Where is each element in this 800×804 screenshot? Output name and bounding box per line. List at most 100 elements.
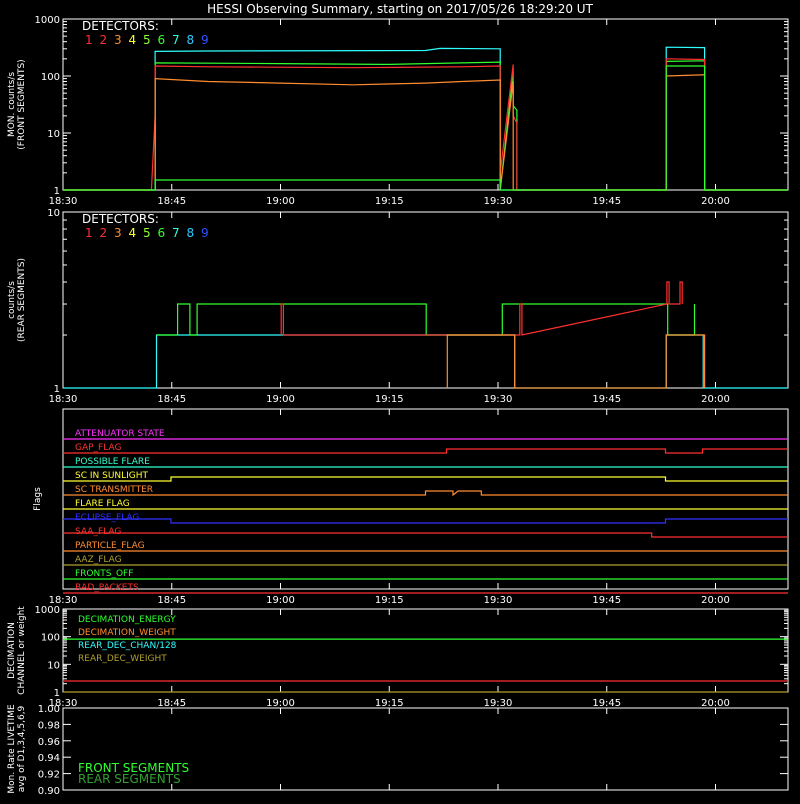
chart-title: HESSI Observing Summary, starting on 201… (207, 2, 593, 16)
front-legend-label: 9 (201, 33, 209, 47)
flag-label: SC IN SUNLIGHT (75, 471, 149, 481)
front-series-2 (63, 58, 788, 191)
flag-label: ATTENUATOR STATE (75, 429, 165, 439)
rear-legend-label: 8 (187, 226, 195, 240)
front-x-tick-label: 19:15 (375, 196, 404, 207)
rear-legend-title: DETECTORS: (82, 212, 159, 226)
rear-series-2 (280, 281, 683, 336)
livetime-ylabel: avg of D1,3,4,5,6,9 (17, 705, 27, 792)
flag-label: FRONTS_OFF (75, 569, 133, 579)
rear-legend-label: 7 (172, 226, 180, 240)
rear-legend-label: 4 (129, 226, 137, 240)
rear-y-tick-label: 10 (47, 208, 60, 219)
front-series-3 (63, 74, 788, 191)
front-y-tick-label: 100 (41, 72, 60, 83)
livetime-y-tick-label: 0.92 (38, 770, 60, 781)
rear-legend-label: 5 (143, 226, 151, 240)
livetime-y-tick-label: 0.96 (38, 737, 60, 748)
flag-label: FLARE FLAG (75, 499, 130, 509)
decimation-x-tick-label: 19:45 (592, 698, 621, 709)
flag-line-3 (63, 476, 788, 482)
front-x-tick-label: 19:00 (266, 196, 295, 207)
rear-x-tick-label: 19:15 (375, 394, 404, 405)
flag-label: SC TRANSMITTER (75, 485, 153, 495)
flags-x-tick-label: 18:45 (157, 595, 186, 606)
decimation-ylabel: CHANNEL or weight (17, 606, 27, 695)
livetime-y-tick-label: 0.98 (38, 720, 60, 731)
rear-x-tick-label: 19:30 (484, 394, 513, 405)
rear-legend-label: 9 (201, 226, 209, 240)
front-legend-label: 3 (114, 33, 122, 47)
front-x-tick-label: 19:30 (484, 196, 513, 207)
flags-x-tick-label: 19:00 (266, 595, 295, 606)
rear-series-1 (156, 303, 696, 336)
decimation-x-tick-label: 19:15 (375, 698, 404, 709)
decimation-legend-label: REAR_DEC_WEIGHT (78, 654, 167, 664)
flag-label: AAZ_FLAG (75, 555, 122, 565)
rear-legend-label: 2 (100, 226, 108, 240)
hessi-observing-summary: HESSI Observing Summary, starting on 201… (0, 0, 800, 800)
front-legend-label: 5 (143, 33, 151, 47)
front-x-tick-label: 18:30 (49, 196, 78, 207)
livetime-y-tick-label: 0.90 (38, 786, 60, 797)
rear-x-tick-label: 19:00 (266, 394, 295, 405)
rear-x-tick-label: 18:30 (49, 394, 78, 405)
decimation-y-tick-label: 1 (54, 688, 60, 699)
front-legend-label: 2 (100, 33, 108, 47)
flag-line-6 (63, 518, 788, 524)
front-legend-label: 8 (187, 33, 195, 47)
decimation-x-tick-label: 19:00 (266, 698, 295, 709)
front-x-tick-label: 20:00 (701, 196, 730, 207)
decimation-y-tick-label: 1000 (35, 605, 60, 616)
flags-x-tick-label: 20:00 (701, 595, 730, 606)
flag-line-7 (63, 532, 788, 538)
front-x-tick-label: 18:45 (157, 196, 186, 207)
flags-x-tick-label: 19:30 (484, 595, 513, 606)
front-series-1 (63, 60, 788, 191)
rear-x-tick-label: 19:45 (592, 394, 621, 405)
decimation-x-tick-label: 19:30 (484, 698, 513, 709)
livetime-y-tick-label: 1.00 (38, 704, 60, 715)
rear-y-tick-label: 1 (54, 384, 60, 395)
livetime-legend-label: REAR SEGMENTS (78, 772, 181, 786)
flag-label: SAA_FLAG (75, 527, 121, 537)
chart-canvas: HESSI Observing Summary, starting on 201… (7, 2, 789, 797)
front-legend-label: 7 (172, 33, 180, 47)
flag-label: ECLIPSE_FLAG (75, 513, 139, 523)
decimation-legend-label: DECIMATION_WEIGHT (78, 628, 176, 638)
flags-frame (62, 408, 789, 590)
decimation-legend-label: REAR_DEC_CHAN/128 (78, 641, 177, 651)
rear-ylabel: (REAR SEGMENTS) (17, 258, 27, 342)
flag-label: GAP_FLAG (75, 443, 121, 453)
decimation-x-tick-label: 18:45 (157, 698, 186, 709)
front-y-tick-label: 1 (54, 186, 60, 197)
decimation-ylabel: DECIMATION (7, 622, 17, 679)
decimation-x-tick-label: 20:00 (701, 698, 730, 709)
flag-label: PARTICLE_FLAG (75, 541, 145, 551)
front-legend-label: 1 (85, 33, 93, 47)
decimation-y-tick-label: 10 (47, 660, 60, 671)
flag-line-4 (63, 490, 788, 497)
rear-legend-label: 1 (85, 226, 93, 240)
flags-ylabel: Flags (33, 487, 43, 511)
decimation-legend-label: DECIMATION_ENERGY (78, 615, 176, 625)
front-series-4 (63, 65, 788, 191)
rear-legend-label: 3 (114, 226, 122, 240)
front-y-tick-label: 1000 (35, 15, 60, 26)
rear-ylabel: counts/s (7, 281, 17, 319)
front-ylabel: MON. counts/s (7, 72, 17, 137)
front-y-tick-label: 10 (47, 129, 60, 140)
front-series-0 (63, 46, 788, 191)
front-ylabel: (FRONT SEGMENTS) (17, 59, 27, 149)
front-legend-title: DETECTORS: (82, 19, 159, 33)
flag-label: BAD_PACKETS (75, 583, 139, 593)
rear-x-tick-label: 18:45 (157, 394, 186, 405)
rear-series-0 (63, 334, 788, 389)
flags-x-tick-label: 19:15 (375, 595, 404, 606)
rear-legend-label: 6 (158, 226, 166, 240)
livetime-y-tick-label: 0.94 (38, 753, 60, 764)
front-legend-label: 4 (129, 33, 137, 47)
livetime-ylabel: Mon. Rate LIVETIME (7, 704, 17, 794)
flags-x-tick-label: 19:45 (592, 595, 621, 606)
decimation-y-tick-label: 100 (41, 633, 60, 644)
